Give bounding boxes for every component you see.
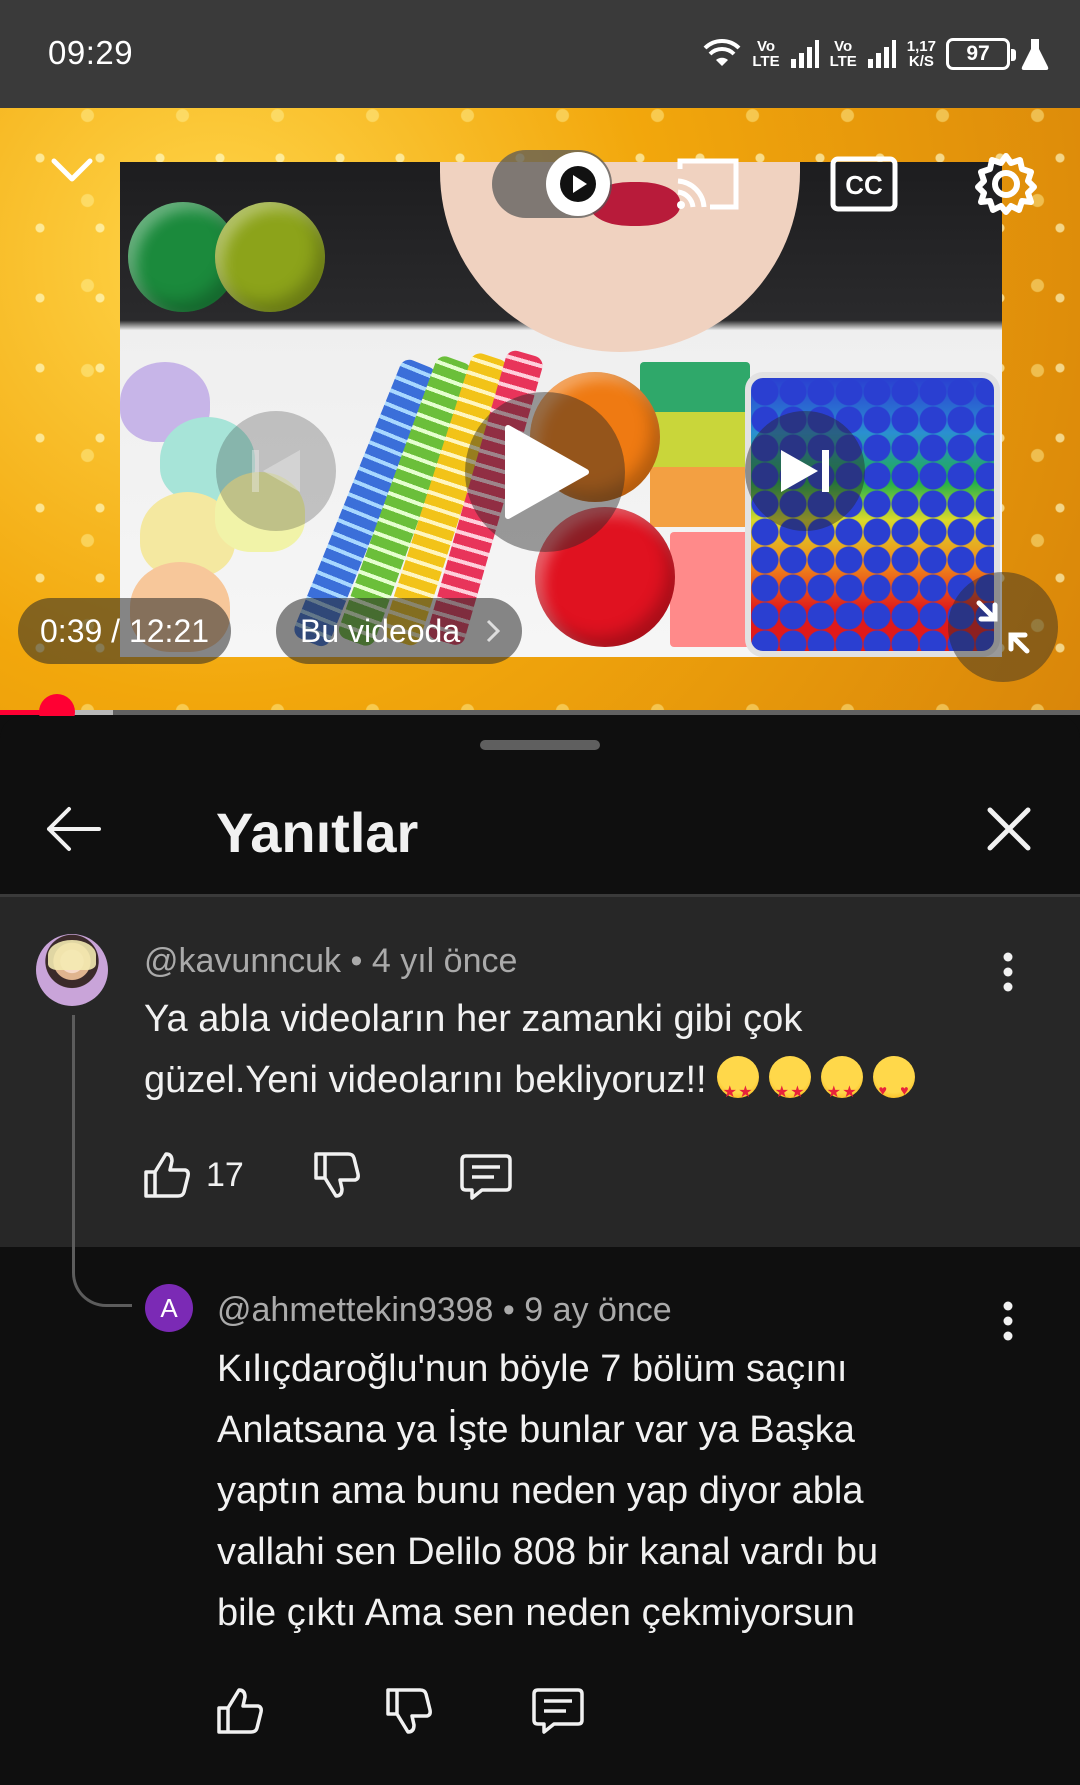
thread-connector-line [72, 1015, 132, 1307]
reply-text: Kılıçdaroğlu'nun böyle 7 bölüm saçını An… [217, 1339, 1057, 1644]
avatar-letter: A [160, 1292, 178, 1323]
lab-flask-icon [1021, 39, 1049, 70]
comment-icon [460, 1154, 512, 1200]
battery-level: 97 [966, 42, 990, 65]
video-jelly-ball-yellow [215, 202, 325, 312]
progress-bar[interactable] [0, 694, 1080, 730]
time-display-text: 0:39 / 12:21 [40, 612, 210, 649]
video-jelly-square [640, 362, 750, 412]
comment-meta: @kavunncuk • 4 yıl önce [144, 942, 517, 981]
signal-icon-2 [867, 40, 896, 68]
reply-button[interactable] [460, 1152, 512, 1202]
status-icons: Vo LTE Vo LTE 1,17 K/S 97 [702, 30, 1050, 78]
sheet-drag-handle[interactable] [480, 740, 600, 750]
reply-reply-button[interactable] [532, 1686, 584, 1736]
star-struck-emoji-icon [768, 1056, 811, 1123]
reply-text-line: Kılıçdaroğlu'nun böyle 7 bölüm saçını [217, 1348, 848, 1390]
svg-text:CC: CC [845, 170, 883, 200]
dislike-button[interactable] [312, 1150, 362, 1200]
like-count: 17 [206, 1155, 244, 1194]
like-button[interactable]: 17 [142, 1150, 244, 1200]
settings-icon [975, 153, 1037, 215]
avatar[interactable]: A [145, 1284, 193, 1332]
in-this-video-label: Bu videoda [300, 612, 461, 649]
cast-button[interactable] [670, 150, 746, 218]
signal-icon-1 [790, 40, 819, 68]
video-jelly-square [645, 412, 755, 467]
reply-dislike-button[interactable] [384, 1686, 434, 1736]
star-struck-emoji-icon [716, 1056, 759, 1123]
thumbs-up-icon [144, 1152, 190, 1198]
reply-text-line: Anlatsana ya İşte bunlar var ya Başka [217, 1409, 855, 1451]
reply-text-line: vallahi sen Delilo 808 bir kanal vardı b… [217, 1531, 879, 1573]
sheet-title: Yanıtlar [216, 801, 419, 864]
cast-icon [677, 158, 739, 210]
fullscreen-exit-button[interactable] [948, 572, 1058, 682]
close-icon [987, 807, 1031, 851]
time-display: 0:39 / 12:21 [18, 598, 232, 664]
reply-text-line: yaptın ama bunu neden yap diyor abla [217, 1470, 864, 1512]
comment-text-line-with-emoji: güzel.Yeni videolarını bekliyoruz!! [144, 1050, 1044, 1123]
in-this-video-button[interactable]: Bu videoda [276, 598, 523, 664]
reply-author[interactable]: @ahmettekin9398 [217, 1291, 493, 1329]
play-icon [505, 425, 589, 519]
video-jelly-square [650, 467, 760, 527]
more-vert-icon [1003, 952, 1013, 992]
volte-indicator-2: Vo LTE [829, 38, 857, 70]
comment-age: 4 yıl önce [371, 942, 518, 980]
status-time: 09:29 [48, 34, 134, 71]
comment-text-line: güzel.Yeni videolarını bekliyoruz!! [144, 1059, 707, 1101]
reply-meta: @ahmettekin9398 • 9 ay önce [217, 1291, 672, 1330]
fullscreen-exit-icon [976, 600, 1030, 654]
next-button[interactable] [745, 411, 865, 531]
minimize-button[interactable] [40, 138, 104, 202]
comment-author[interactable]: @kavunncuk [144, 942, 341, 980]
arrow-left-icon [47, 807, 101, 851]
smiling-hearts-emoji-icon [872, 1056, 915, 1121]
settings-button[interactable] [968, 148, 1044, 220]
thumbs-down-icon [314, 1152, 360, 1198]
chevron-right-icon [487, 619, 501, 643]
comment-icon [532, 1688, 584, 1734]
previous-button[interactable] [216, 411, 336, 531]
status-bar: 09:29 Vo LTE Vo LTE 1,17 K/S 97 [0, 0, 1080, 108]
play-button[interactable] [465, 392, 625, 552]
volte-indicator-1: Vo LTE [752, 38, 780, 70]
sheet-header: Yanıtlar [0, 766, 1080, 894]
video-player[interactable]: CC 0:39 / 12:21 Bu videoda [0, 108, 1080, 710]
wifi-icon [703, 38, 741, 66]
star-struck-emoji-icon [820, 1056, 863, 1123]
comment-text: Ya abla videoların her zamanki gibi çok … [144, 989, 1044, 1123]
close-button[interactable] [974, 794, 1044, 864]
avatar[interactable] [36, 934, 108, 1006]
thumbs-up-icon [217, 1688, 263, 1734]
previous-icon [252, 450, 300, 492]
thumbs-down-icon [386, 1688, 432, 1734]
chevron-down-icon [51, 158, 93, 182]
meta-separator: • [493, 1291, 525, 1329]
reply-text-line: bile çıktı Ama sen neden çekmiyorsun [217, 1592, 855, 1634]
reply-age: 9 ay önce [524, 1291, 672, 1329]
captions-icon: CC [830, 156, 898, 212]
comment-text-line: Ya abla videoların her zamanki gibi çok [144, 998, 803, 1040]
network-speed: 1,17 K/S [906, 38, 936, 70]
meta-separator: • [341, 942, 372, 980]
reply-like-button[interactable] [215, 1686, 265, 1736]
battery-indicator: 97 [946, 38, 1016, 70]
next-icon [781, 450, 829, 492]
more-vert-icon [1003, 1301, 1013, 1341]
autoplay-toggle[interactable] [492, 150, 612, 218]
back-button[interactable] [38, 794, 108, 864]
captions-button[interactable]: CC [826, 150, 902, 218]
autoplay-toggle-icon [546, 152, 610, 216]
